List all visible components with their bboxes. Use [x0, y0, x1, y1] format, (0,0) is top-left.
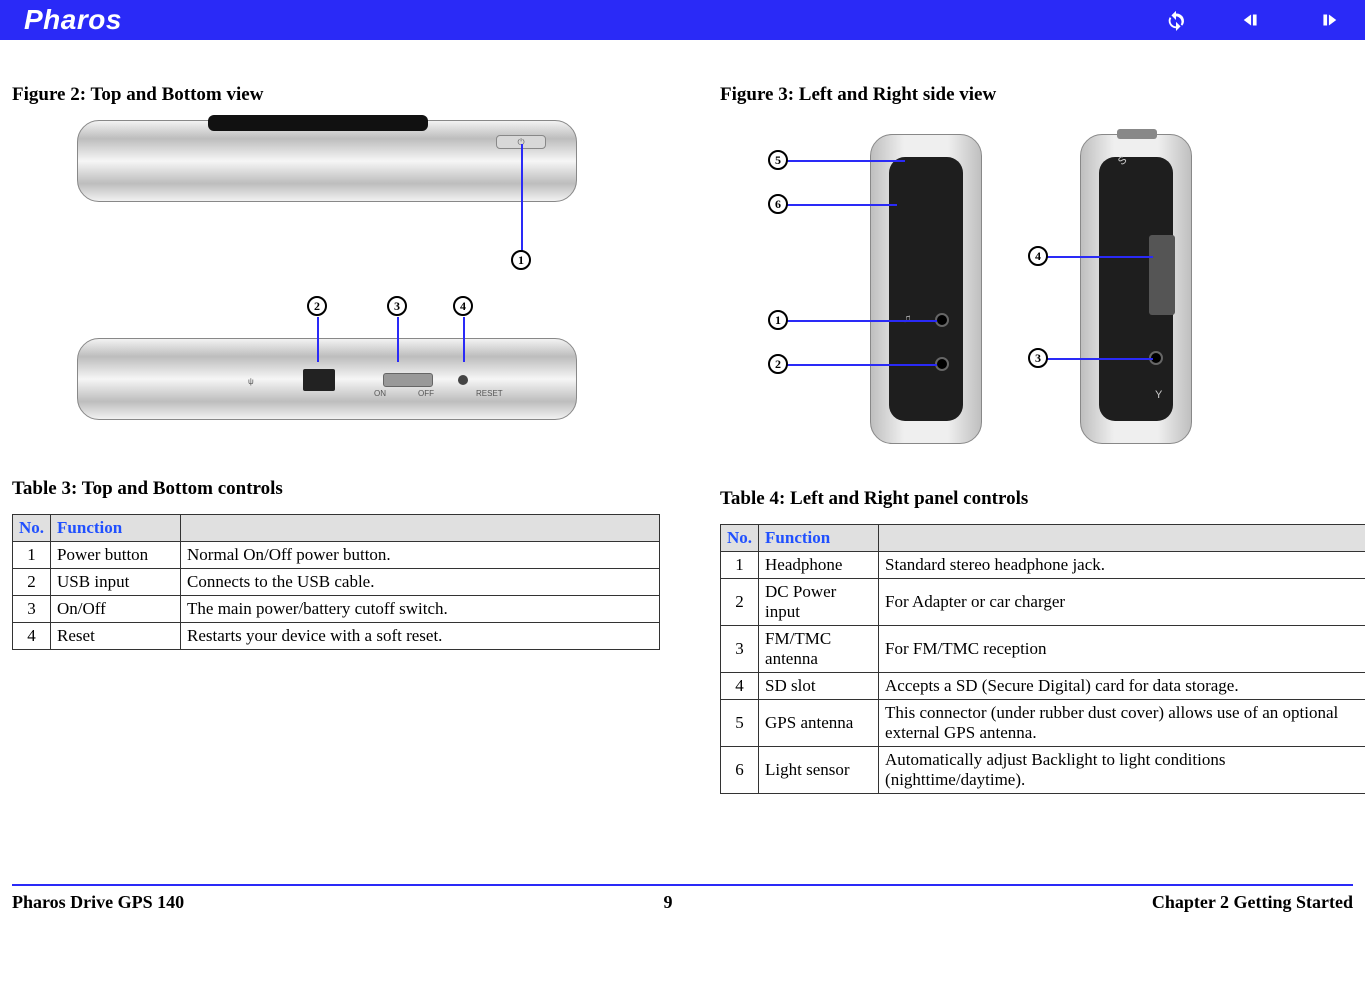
callout-6: 6 — [768, 194, 788, 214]
callout-2b: 2 — [768, 354, 788, 374]
table-row: 2USB inputConnects to the USB cable. — [13, 569, 660, 596]
table-row: 4SD slotAccepts a SD (Secure Digital) ca… — [721, 673, 1365, 700]
right-column: Figure 3: Left and Right side view ♫ Y S… — [720, 84, 1365, 794]
refresh-icon[interactable] — [1163, 7, 1189, 33]
callout-4: 4 — [453, 296, 473, 316]
table-row: 3FM/TMC antennaFor FM/TMC reception — [721, 626, 1365, 673]
table-4: No. Function 1HeadphoneStandard stereo h… — [720, 524, 1365, 794]
antenna-icon: Y — [1155, 389, 1162, 401]
table-row: 2DC Power inputFor Adapter or car charge… — [721, 579, 1365, 626]
figure-3-title: Figure 3: Left and Right side view — [720, 84, 1365, 106]
table-row: 4ResetRestarts your device with a soft r… — [13, 623, 660, 650]
back-icon[interactable] — [1239, 7, 1265, 33]
figure-2-diagram: ⏻ 1 ψ ON OFF RESET 2 3 — [77, 120, 637, 450]
col-function: Function — [759, 525, 879, 552]
footer-page-number: 9 — [664, 892, 673, 913]
callout-3: 3 — [387, 296, 407, 316]
device-bottom-view: ψ ON OFF RESET — [77, 338, 577, 420]
device-left-side: ♫ — [870, 134, 982, 444]
page-footer: Pharos Drive GPS 140 9 Chapter 2 Getting… — [0, 886, 1365, 927]
callout-2: 2 — [307, 296, 327, 316]
callout-4b: 4 — [1028, 246, 1048, 266]
col-function: Function — [51, 515, 181, 542]
table-row: 3On/OffThe main power/battery cutoff swi… — [13, 596, 660, 623]
brand-logo: Pharos — [24, 4, 122, 36]
page-body: Figure 2: Top and Bottom view ⏻ 1 ψ ON — [0, 40, 1365, 804]
col-desc — [181, 515, 660, 542]
usb-icon: ψ — [248, 377, 254, 386]
left-column: Figure 2: Top and Bottom view ⏻ 1 ψ ON — [12, 84, 660, 794]
table-row: 6Light sensorAutomatically adjust Backli… — [721, 747, 1365, 794]
col-no: No. — [721, 525, 759, 552]
table-row: 5GPS antennaThis connector (under rubber… — [721, 700, 1365, 747]
figure-2-title: Figure 2: Top and Bottom view — [12, 84, 660, 106]
table-3-title: Table 3: Top and Bottom controls — [12, 478, 660, 500]
device-right-side: Y S — [1080, 134, 1192, 444]
col-no: No. — [13, 515, 51, 542]
nav-button-group — [1163, 7, 1341, 33]
forward-icon[interactable] — [1315, 7, 1341, 33]
table-row: 1Power buttonNormal On/Off power button. — [13, 542, 660, 569]
app-header: Pharos — [0, 0, 1365, 40]
table-row: 1HeadphoneStandard stereo headphone jack… — [721, 552, 1365, 579]
callout-5: 5 — [768, 150, 788, 170]
col-desc — [879, 525, 1365, 552]
callout-1: 1 — [511, 250, 531, 270]
table-3: No. Function 1Power buttonNormal On/Off … — [12, 514, 660, 650]
footer-left: Pharos Drive GPS 140 — [12, 892, 184, 913]
footer-right: Chapter 2 Getting Started — [1152, 892, 1353, 913]
figure-3-diagram: ♫ Y S 5 6 1 2 4 3 — [720, 120, 1280, 460]
device-top-view: ⏻ — [77, 120, 577, 202]
table-4-title: Table 4: Left and Right panel controls — [720, 488, 1365, 510]
callout-3b: 3 — [1028, 348, 1048, 368]
headphone-icon: ♫ — [903, 313, 911, 325]
sd-slot-icon — [1149, 235, 1175, 315]
callout-1b: 1 — [768, 310, 788, 330]
